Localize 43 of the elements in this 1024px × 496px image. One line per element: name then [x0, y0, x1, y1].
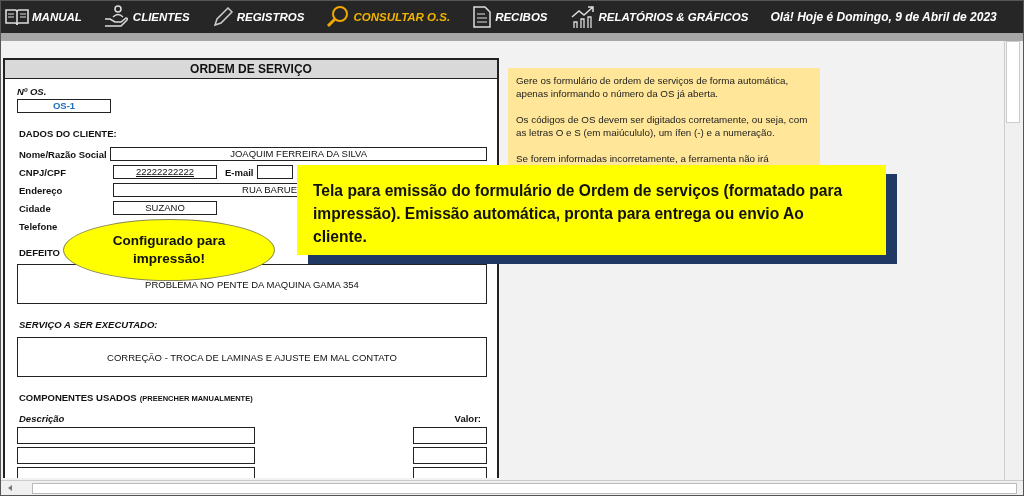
field-label: CNPJ/CPF: [18, 166, 67, 178]
column-header: Valor:: [454, 413, 481, 424]
os-number-field[interactable]: OS-1: [17, 99, 111, 113]
form-title: ORDEM DE SERVIÇO: [5, 60, 497, 79]
book-icon: [5, 7, 29, 27]
nav-link[interactable]: CONSULTAR O.S.: [353, 11, 451, 23]
description-field[interactable]: [17, 427, 255, 444]
section-heading: COMPONENTES USADOS: [19, 392, 137, 403]
field-label: Endereço: [18, 184, 64, 196]
section-heading: DADOS DO CLIENTE:: [19, 128, 118, 139]
chart-icon: [569, 5, 596, 29]
text-field[interactable]: SUZANO: [113, 201, 217, 215]
field-label: Nº OS.: [17, 86, 48, 97]
note-text: Gere os formulário de ordem de serviços de forma automática, apenas informando o número da OS já aberta.: [516, 74, 790, 100]
column-header: Descrição: [19, 413, 65, 424]
nav-link[interactable]: CLIENTES: [132, 11, 190, 23]
value-field[interactable]: [413, 447, 487, 464]
nav-link[interactable]: RELATÓRIOS & GRÁFICOS: [598, 11, 749, 23]
value-field[interactable]: [413, 427, 487, 444]
nav-link[interactable]: REGISTROS: [236, 11, 305, 23]
note-text: Se forem informadas incorretamente, a ferramenta não irá: [516, 152, 770, 165]
text-field[interactable]: RUA BARUE: [113, 183, 299, 197]
pencil-icon: [211, 6, 234, 28]
description-field[interactable]: [17, 447, 255, 464]
text-field[interactable]: [256, 165, 293, 179]
date-greeting: Olá! Hoje é Domingo, 9 de Abril de 2023: [770, 10, 997, 24]
nav-link[interactable]: RECIBOS: [495, 11, 548, 23]
note-text: Os códigos de OS devem ser digitados corretamente, ou seja, com as letras O e S (em maiúcululo), um ífen (-) e a numeração.: [516, 113, 809, 139]
field-label: E-mail: [225, 166, 254, 178]
field-label: Nome/Razão Social: [18, 148, 108, 160]
text-field[interactable]: JOAQUIM FERREIRA DA SILVA: [110, 147, 487, 161]
search-icon: [326, 5, 351, 29]
scrollbar-thumb[interactable]: [1006, 41, 1020, 123]
nav-link[interactable]: MANUAL: [32, 11, 82, 23]
hand-person-icon: [103, 5, 130, 29]
document-icon: [472, 5, 493, 29]
scrollbar-thumb[interactable]: [32, 482, 1017, 494]
field-label: Telefone: [18, 220, 59, 232]
text-field[interactable]: 22222222222: [113, 165, 217, 179]
section-heading: DEFEITO: [19, 247, 61, 258]
field-label: Cidade: [18, 202, 52, 214]
text-area[interactable]: CORREÇÃO - TROCA DE LAMINAS E AJUSTE EM MAL CONTATO: [17, 337, 487, 377]
section-heading: SERVIÇO A SER EXECUTADO:: [19, 319, 159, 330]
